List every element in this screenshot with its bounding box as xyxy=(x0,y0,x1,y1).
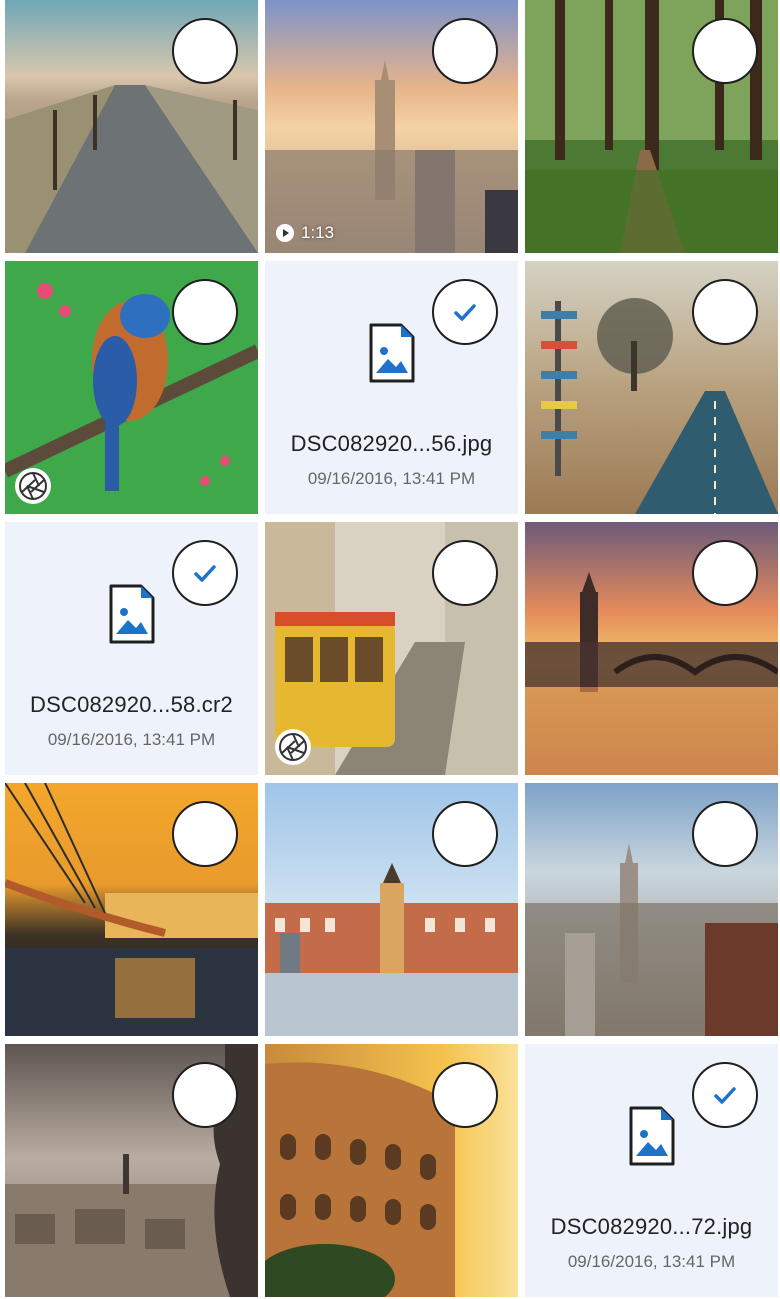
select-circle[interactable] xyxy=(692,540,758,606)
image-file-icon xyxy=(109,584,154,644)
select-circle[interactable] xyxy=(432,801,498,867)
select-circle[interactable] xyxy=(692,1062,758,1128)
select-circle[interactable] xyxy=(172,540,238,606)
file-date: 09/16/2016, 13:41 PM xyxy=(47,730,216,749)
media-tile[interactable] xyxy=(525,0,778,253)
media-tile[interactable] xyxy=(265,1044,518,1297)
file-date: 09/16/2016, 13:41 PM xyxy=(567,1252,736,1271)
select-circle[interactable] xyxy=(692,279,758,345)
check-icon xyxy=(454,304,476,321)
select-circle[interactable] xyxy=(172,18,238,84)
media-tile[interactable] xyxy=(265,522,518,775)
file-name: DSC082920...56.jpg xyxy=(290,431,493,456)
media-tile[interactable] xyxy=(265,783,518,1036)
select-circle[interactable] xyxy=(432,18,498,84)
file-name: DSC082920...72.jpg xyxy=(550,1214,753,1239)
select-circle[interactable] xyxy=(172,801,238,867)
select-circle[interactable] xyxy=(432,540,498,606)
image-file-icon xyxy=(369,323,414,383)
select-circle[interactable] xyxy=(692,801,758,867)
file-tile[interactable]: DSC082920...72.jpg 09/16/2016, 13:41 PM xyxy=(525,1044,778,1297)
select-circle[interactable] xyxy=(692,18,758,84)
file-tile[interactable]: DSC082920...56.jpg 09/16/2016, 13:41 PM xyxy=(265,261,518,514)
file-name: DSC082920...58.cr2 xyxy=(30,692,233,717)
select-circle[interactable] xyxy=(172,279,238,345)
select-circle[interactable] xyxy=(172,1062,238,1128)
media-tile[interactable] xyxy=(5,0,258,253)
media-tile[interactable] xyxy=(525,522,778,775)
media-tile[interactable] xyxy=(5,1044,258,1297)
media-grid: 1:13 DSC082920...56.jpg 09/16/2016, 13:4… xyxy=(0,0,780,1299)
media-tile[interactable]: 1:13 xyxy=(265,0,518,253)
media-tile[interactable] xyxy=(525,261,778,514)
duration-label: 1:13 xyxy=(301,223,335,242)
media-tile[interactable] xyxy=(5,783,258,1036)
check-icon xyxy=(714,1087,736,1104)
select-circle[interactable] xyxy=(432,279,498,345)
image-file-icon xyxy=(629,1106,674,1166)
media-tile[interactable] xyxy=(5,261,258,514)
play-icon xyxy=(276,224,294,242)
file-date: 09/16/2016, 13:41 PM xyxy=(307,469,476,488)
select-circle[interactable] xyxy=(432,1062,498,1128)
media-tile[interactable] xyxy=(525,783,778,1036)
burst-shutter-icon xyxy=(275,729,311,765)
burst-shutter-icon xyxy=(15,468,51,504)
file-tile[interactable]: DSC082920...58.cr2 09/16/2016, 13:41 PM xyxy=(5,522,258,775)
check-icon xyxy=(194,565,216,582)
video-duration: 1:13 xyxy=(275,223,334,243)
